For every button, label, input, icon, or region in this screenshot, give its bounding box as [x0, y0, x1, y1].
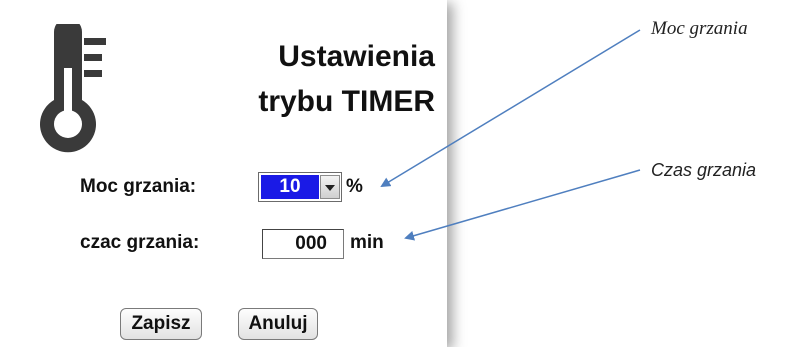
power-annotation-arrow — [380, 29, 641, 188]
power-annotation: Moc grzania — [651, 18, 748, 39]
time-annotation: Czas grzania — [651, 160, 757, 180]
time-annotation-arrow — [404, 169, 641, 241]
